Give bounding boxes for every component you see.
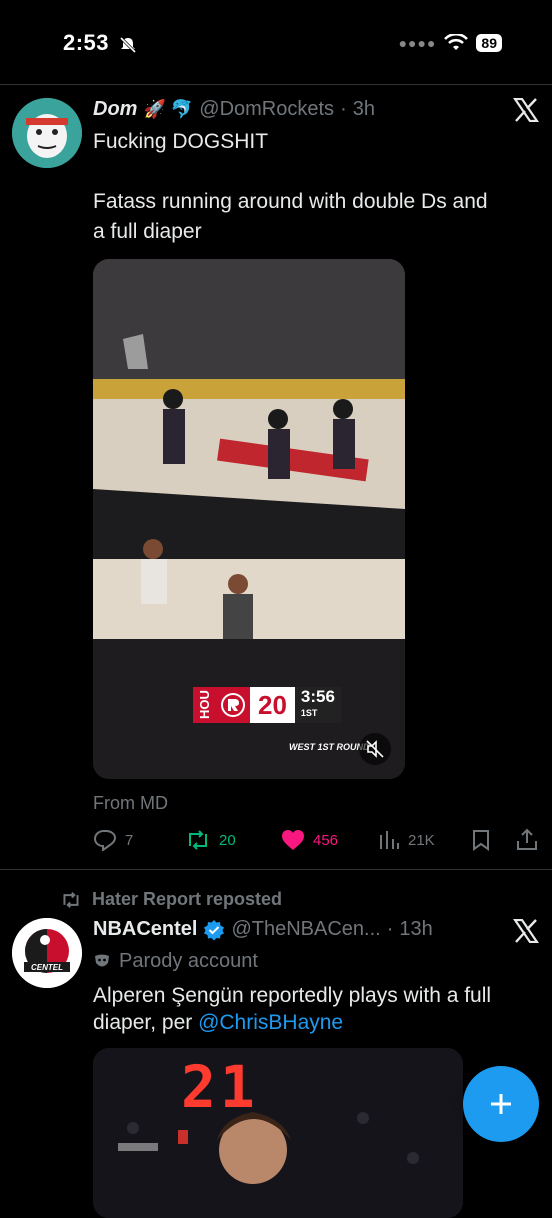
game-clock: 3:56 1ST (294, 687, 341, 723)
like-count: 456 (313, 831, 339, 849)
repost-small-icon (63, 891, 79, 908)
tweet-divider (0, 869, 552, 870)
like-button[interactable]: 456 (281, 829, 338, 851)
player-photo-image (93, 1048, 463, 1218)
tweet-time-2[interactable]: 13h (399, 918, 432, 941)
compose-button[interactable] (463, 1066, 539, 1142)
repost-context[interactable]: Hater Report reposted (60, 889, 282, 910)
bookmark-icon[interactable] (471, 829, 491, 851)
team-abbrev: HOU (193, 687, 216, 723)
header-divider (0, 84, 552, 85)
bell-slash-icon (119, 36, 137, 54)
separator-dot-2: · (386, 918, 394, 940)
repost-button[interactable]: 20 (185, 829, 236, 851)
tweet2-text-prefix: diaper, per (93, 1011, 199, 1034)
views-chart-icon (380, 831, 399, 849)
verified-badge-icon (204, 919, 225, 940)
repost-icon (189, 830, 207, 850)
video-player[interactable]: HOU 20 3:56 1ST WEST 1ST ROUND (93, 259, 405, 779)
parody-label: Parody account (119, 950, 258, 972)
reply-icon (93, 830, 117, 851)
share-icon[interactable] (516, 828, 538, 852)
parody-label-row: Parody account (93, 950, 258, 973)
views-button[interactable]: 21K (378, 829, 435, 851)
mute-button[interactable] (359, 733, 391, 765)
tweet-text-line1: Fucking DOGSHIT (93, 130, 269, 153)
author-name-2[interactable]: NBACentel (93, 918, 197, 941)
media-source[interactable]: From MD (93, 793, 168, 814)
tweet1-header: Dom 🚀 🐬 @DomRockets · 3h (93, 98, 375, 121)
repost-count: 20 (219, 831, 236, 849)
plus-icon (491, 1094, 511, 1114)
round-label: WEST 1ST ROUND (289, 742, 370, 752)
tweet2-text-line1: Alperen Şengün reportedly plays with a f… (93, 984, 492, 1007)
reply-count: 7 (125, 831, 134, 849)
views-count: 21K (408, 831, 435, 849)
battery-indicator: 89 (476, 34, 502, 52)
x-logo-icon-2[interactable] (513, 919, 539, 943)
tweet2-media[interactable]: 21 (93, 1048, 463, 1218)
tweet2-text-line2: diaper, per @ChrisBHayne (93, 1008, 343, 1038)
mask-icon (95, 954, 109, 966)
tweet-text-line3: a full diaper (93, 220, 202, 243)
status-indicators: ●●●● 89 (399, 34, 502, 52)
signal-icon: ●●●● (398, 35, 437, 51)
clock-time: 3:56 (300, 687, 335, 706)
avatar-nbacentel[interactable]: CENTEL (12, 918, 82, 988)
team-score: 20 (250, 687, 295, 723)
status-time: 2:53 (63, 30, 110, 55)
author-emoji: 🚀 🐬 (143, 99, 194, 119)
avatar[interactable] (12, 98, 82, 168)
tweet-time[interactable]: 3h (353, 98, 375, 121)
svg-text:CENTEL: CENTEL (31, 963, 63, 972)
repost-label: Hater Report reposted (92, 889, 283, 909)
x-logo-icon[interactable] (513, 98, 539, 122)
shot-clock: 21 (181, 1053, 259, 1121)
separator-dot: · (340, 98, 347, 120)
rockets-logo-icon (216, 687, 250, 723)
reply-button[interactable]: 7 (93, 829, 133, 851)
mention-link[interactable]: @ChrisBHayne (198, 1011, 343, 1034)
author-handle-2[interactable]: @TheNBACen... (231, 918, 380, 941)
heart-filled-icon (282, 830, 304, 850)
nbacentel-logo-icon: CENTEL (12, 918, 82, 988)
author-name[interactable]: Dom (93, 98, 137, 121)
avatar-image (12, 98, 82, 168)
tweet-text-line2: Fatass running around with double Ds and (93, 190, 488, 213)
muted-speaker-icon (366, 740, 384, 758)
author-handle[interactable]: @DomRockets (199, 98, 334, 121)
clock-period: 1ST (300, 708, 318, 718)
tweet2-header: NBACentel @TheNBACen... · 13h (93, 918, 433, 941)
score-bug: HOU 20 3:56 1ST (193, 687, 341, 723)
wifi-icon (444, 34, 469, 50)
